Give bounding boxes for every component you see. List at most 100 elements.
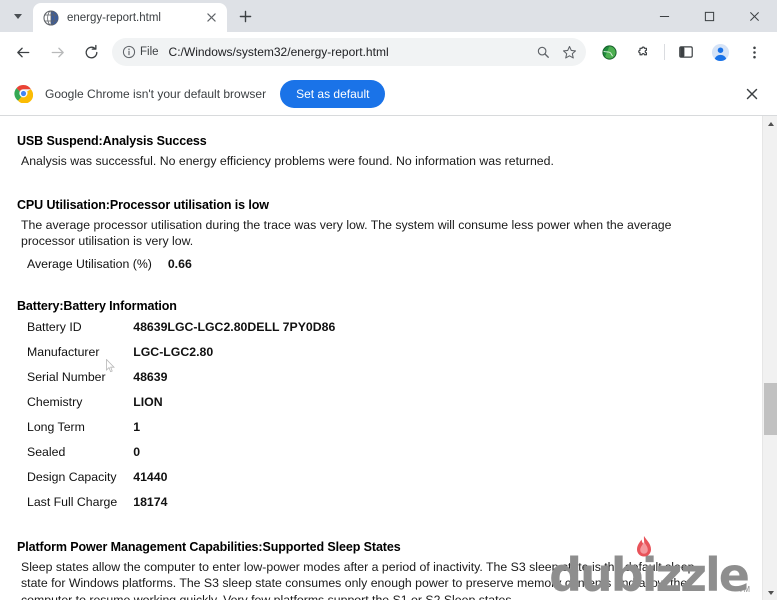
browser-window: energy-report.html File C:/Windows/syste… <box>0 0 777 600</box>
chrome-menu-button[interactable] <box>740 38 768 66</box>
table-row: Long Term 1 <box>27 420 335 445</box>
row-key: Battery ID <box>27 319 82 334</box>
row-key: Chemistry <box>27 394 83 409</box>
tab-search-button[interactable] <box>5 3 31 29</box>
infobar-close-button[interactable] <box>739 81 765 107</box>
browser-tab[interactable]: energy-report.html <box>33 3 227 32</box>
page-viewport: USB Suspend:Analysis Success Analysis wa… <box>0 116 777 600</box>
magnifier-icon <box>537 46 549 58</box>
table-row: Manufacturer LGC-LGC2.80 <box>27 345 335 370</box>
forward-button[interactable] <box>43 38 71 66</box>
scheme-chip-label: File <box>140 46 159 58</box>
toolbar-divider <box>664 44 665 60</box>
table-row: Battery ID 48639LGC-LGC2.80DELL 7PY0D86 <box>27 320 335 345</box>
browser-toolbar: File C:/Windows/system32/energy-report.h… <box>0 32 777 72</box>
reload-button[interactable] <box>77 38 105 66</box>
info-circle-icon <box>122 45 136 59</box>
chevron-down-icon <box>14 13 22 19</box>
minimize-button[interactable] <box>642 0 687 32</box>
row-value: LGC-LGC2.80 <box>133 344 214 359</box>
section-heading: Battery:Battery Information <box>17 298 177 313</box>
extension-icon[interactable] <box>595 38 623 66</box>
report-section: Platform Power Management Capabilities:S… <box>17 540 742 600</box>
omnibox-actions <box>530 40 582 64</box>
section-description: The average processor utilisation during… <box>21 217 672 249</box>
row-key: Design Capacity <box>27 469 117 484</box>
table-row: Serial Number 48639 <box>27 370 335 395</box>
report-section: Battery:Battery Information Battery ID 4… <box>17 299 742 520</box>
extensions-button[interactable] <box>629 38 657 66</box>
row-key: Sealed <box>27 444 66 459</box>
row-value: 0.66 <box>167 256 192 271</box>
metrics-table: Average Utilisation (%) 0.66 <box>27 257 192 271</box>
scroll-up-button[interactable] <box>763 116 777 131</box>
tab-close-button[interactable] <box>203 10 219 26</box>
scrollbar-thumb[interactable] <box>764 383 777 435</box>
bookmark-star-icon[interactable] <box>557 40 581 64</box>
section-description: Sleep states allow the computer to enter… <box>21 559 695 600</box>
globe-icon <box>43 9 59 26</box>
table-row: Sealed 0 <box>27 445 335 470</box>
row-key: Serial Number <box>27 369 106 384</box>
reload-icon <box>85 44 97 58</box>
caret-up-icon <box>767 121 774 126</box>
close-icon <box>746 88 758 99</box>
tab-strip: energy-report.html <box>0 0 777 32</box>
table-row: Last Full Charge 18174 <box>27 495 335 520</box>
battery-table: Battery ID 48639LGC-LGC2.80DELL 7PY0D86 … <box>27 320 335 520</box>
minimize-icon <box>659 15 670 17</box>
table-row: Chemistry LION <box>27 395 335 420</box>
plus-icon <box>239 10 251 22</box>
avatar-icon <box>711 43 729 61</box>
arrow-left-icon <box>16 47 29 57</box>
globe-extension-icon <box>601 44 617 60</box>
row-key: Average Utilisation (%) <box>27 256 152 271</box>
row-value: 48639LGC-LGC2.80DELL 7PY0D86 <box>133 319 336 334</box>
profile-button[interactable] <box>706 38 734 66</box>
maximize-icon <box>704 11 715 21</box>
row-value: 41440 <box>133 469 168 484</box>
row-value: 1 <box>133 419 141 434</box>
chrome-logo-icon <box>14 84 33 103</box>
url-text[interactable]: C:/Windows/system32/energy-report.html <box>169 45 530 59</box>
report-section: CPU Utilisation:Processor utilisation is… <box>17 198 742 271</box>
new-tab-button[interactable] <box>231 2 259 30</box>
energy-report-document: USB Suspend:Analysis Success Analysis wa… <box>0 116 762 600</box>
set-as-default-button[interactable]: Set as default <box>280 79 386 108</box>
zoom-icon[interactable] <box>531 40 555 64</box>
back-button[interactable] <box>9 38 37 66</box>
report-section: USB Suspend:Analysis Success Analysis wa… <box>17 134 742 170</box>
close-icon <box>750 11 759 21</box>
close-icon <box>206 13 216 22</box>
close-window-button[interactable] <box>732 0 777 32</box>
caret-down-icon <box>767 590 774 595</box>
table-row: Design Capacity 41440 <box>27 470 335 495</box>
side-panel-button[interactable] <box>672 38 700 66</box>
tab-title: energy-report.html <box>67 11 161 24</box>
star-icon <box>562 45 576 58</box>
infobar-message: Google Chrome isn't your default browser <box>45 86 267 101</box>
vertical-scrollbar[interactable] <box>762 116 777 600</box>
row-value: LION <box>133 394 163 409</box>
row-key: Last Full Charge <box>27 494 118 509</box>
window-controls <box>642 0 777 32</box>
address-bar[interactable]: File C:/Windows/system32/energy-report.h… <box>112 38 586 66</box>
row-key: Manufacturer <box>27 344 100 359</box>
side-panel-icon <box>679 46 693 58</box>
scroll-down-button[interactable] <box>763 585 777 600</box>
row-value: 18174 <box>133 494 168 509</box>
section-heading: CPU Utilisation:Processor utilisation is… <box>17 197 269 212</box>
row-key: Long Term <box>27 419 85 434</box>
three-dots-icon <box>752 46 756 58</box>
section-heading: Platform Power Management Capabilities:S… <box>17 539 401 554</box>
maximize-button[interactable] <box>687 0 732 32</box>
puzzle-piece-icon <box>637 46 647 55</box>
row-value: 0 <box>133 444 141 459</box>
scheme-chip: File <box>122 45 159 59</box>
section-heading: USB Suspend:Analysis Success <box>17 134 207 148</box>
row-value: 48639 <box>133 369 168 384</box>
section-description: Analysis was successful. No energy effic… <box>21 154 554 168</box>
